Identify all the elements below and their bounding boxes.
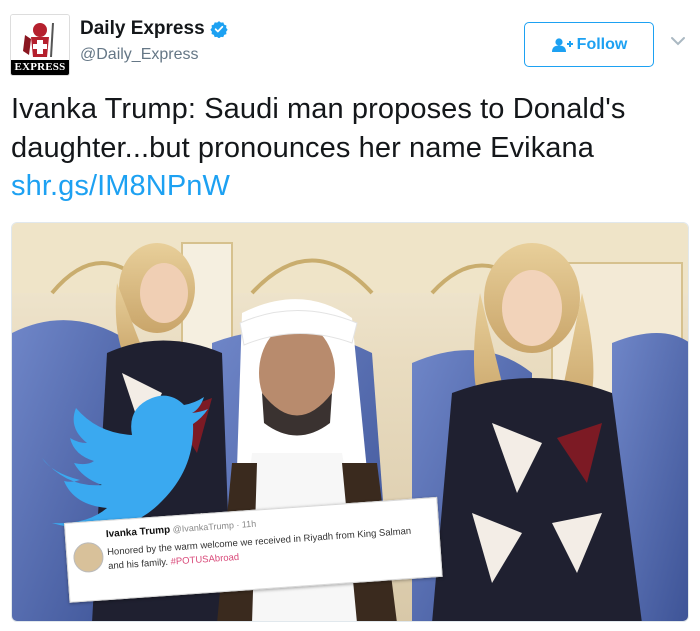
- crusader-logo-icon: [11, 15, 69, 61]
- avatar-brand-text: EXPRESS: [11, 60, 69, 75]
- follow-button[interactable]: Follow: [524, 22, 654, 67]
- verified-badge-icon: [210, 21, 228, 38]
- account-name[interactable]: Daily Express: [80, 18, 205, 40]
- embedded-name: Ivanka Trump: [105, 524, 171, 541]
- tweet-header: EXPRESS Daily Express @Daily_Express Fol…: [0, 0, 700, 90]
- add-user-icon: [551, 37, 573, 52]
- account-name-row: Daily Express: [80, 18, 228, 40]
- chevron-down-icon[interactable]: [670, 36, 686, 46]
- embedded-handle: @IvankaTrump · 11h: [172, 518, 257, 535]
- embedded-avatar: [72, 541, 105, 574]
- tweet-body: Ivanka Trump: Saudi man proposes to Dona…: [11, 93, 626, 164]
- account-handle[interactable]: @Daily_Express: [80, 46, 199, 64]
- embedded-hashtag: #POTUSAbroad: [170, 551, 240, 568]
- tweet-link[interactable]: shr.gs/IM8NPnW: [11, 170, 230, 202]
- avatar[interactable]: EXPRESS: [10, 14, 70, 76]
- tweet-text: Ivanka Trump: Saudi man proposes to Dona…: [11, 90, 696, 206]
- tweet-photo[interactable]: Ivanka Trump @IvankaTrump · 11h Honored …: [11, 222, 689, 622]
- follow-button-label: Follow: [576, 35, 628, 53]
